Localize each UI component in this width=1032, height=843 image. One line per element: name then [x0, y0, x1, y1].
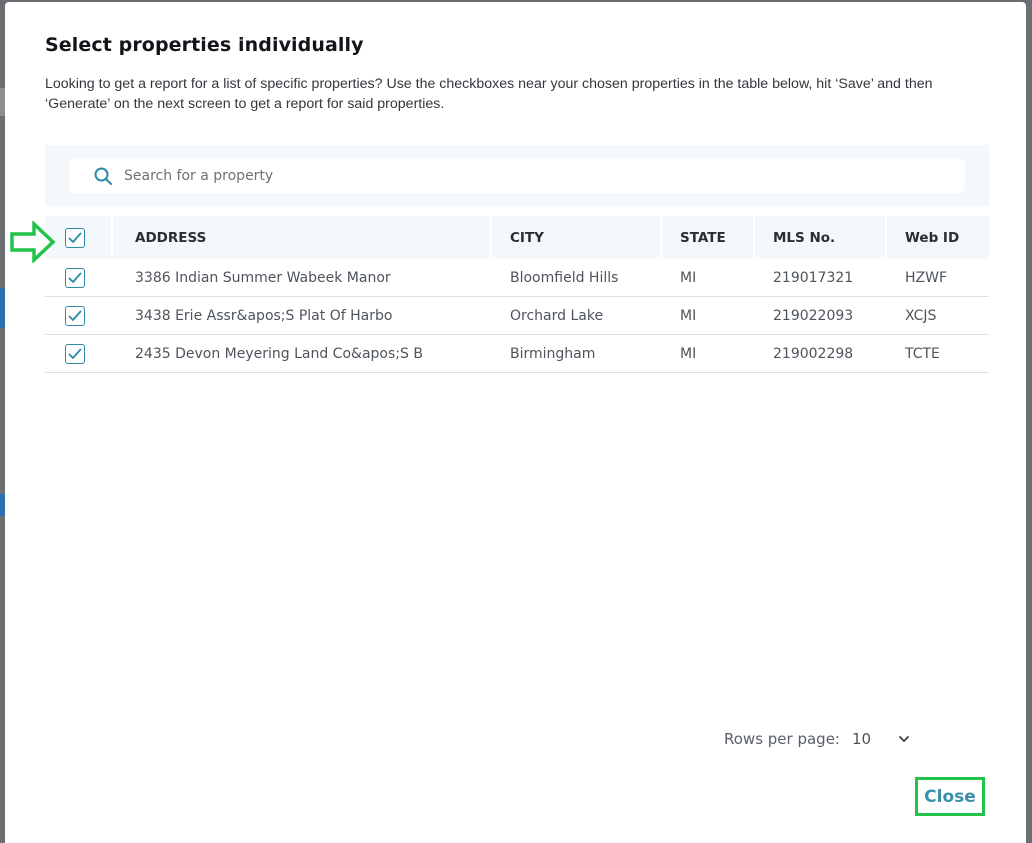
rows-per-page-label: Rows per page:	[724, 730, 840, 748]
search-input[interactable]	[124, 158, 944, 193]
cell-address: 3386 Indian Summer Wabeek Manor	[135, 269, 391, 286]
column-header-address[interactable]: ADDRESS	[135, 216, 206, 259]
column-header-mls[interactable]: MLS No.	[773, 216, 835, 259]
search-box[interactable]	[69, 158, 965, 193]
cell-mls: 219017321	[773, 269, 854, 286]
rows-per-page-control[interactable]: Rows per page: 10	[724, 730, 911, 748]
search-panel	[45, 145, 989, 206]
cell-web-id: HZWF	[905, 269, 948, 286]
cell-web-id: TCTE	[905, 345, 940, 362]
column-header-state[interactable]: STATE	[680, 216, 726, 259]
table-row[interactable]: 3438 Erie Assr&apos;S Plat Of Harbo Orch…	[45, 297, 989, 335]
column-divider	[885, 216, 887, 259]
checkmark-icon	[68, 232, 82, 243]
cell-mls: 219002298	[773, 345, 854, 362]
cell-mls: 219022093	[773, 307, 854, 324]
checkmark-icon	[68, 310, 82, 321]
modal-title: Select properties individually	[45, 34, 364, 56]
cell-city: Birmingham	[510, 345, 596, 362]
select-all-cell	[65, 216, 85, 259]
checkmark-icon	[68, 348, 82, 359]
row-checkbox[interactable]	[65, 343, 85, 364]
cell-state: MI	[680, 307, 697, 324]
cell-city: Orchard Lake	[510, 307, 604, 324]
checkmark-icon	[68, 272, 82, 283]
column-divider	[490, 216, 492, 259]
rows-per-page-value[interactable]: 10	[852, 730, 871, 748]
column-divider	[660, 216, 662, 259]
cell-state: MI	[680, 269, 697, 286]
select-all-checkbox[interactable]	[65, 227, 85, 248]
cell-web-id: XCJS	[905, 307, 937, 324]
row-checkbox[interactable]	[65, 267, 85, 288]
cell-address: 2435 Devon Meyering Land Co&apos;S B	[135, 345, 423, 362]
arrow-right-icon	[10, 221, 56, 263]
row-checkbox-cell	[65, 297, 85, 334]
cell-address: 3438 Erie Assr&apos;S Plat Of Harbo	[135, 307, 393, 324]
cell-city: Bloomfield Hills	[510, 269, 619, 286]
close-button[interactable]: Close	[915, 777, 985, 816]
column-header-web-id[interactable]: Web ID	[905, 216, 959, 259]
row-checkbox[interactable]	[65, 305, 85, 326]
search-icon	[94, 167, 112, 185]
row-checkbox-cell	[65, 259, 85, 296]
chevron-down-icon[interactable]	[897, 732, 911, 746]
select-properties-modal: Select properties individually Looking t…	[5, 2, 1026, 843]
table-header: ADDRESS CITY STATE MLS No. Web ID	[45, 216, 989, 259]
table-row[interactable]: 3386 Indian Summer Wabeek Manor Bloomfie…	[45, 259, 989, 297]
cell-state: MI	[680, 345, 697, 362]
column-divider	[753, 216, 755, 259]
properties-table: ADDRESS CITY STATE MLS No. Web ID 3386 I…	[45, 216, 989, 373]
column-divider	[111, 216, 113, 259]
row-checkbox-cell	[65, 335, 85, 372]
table-row[interactable]: 2435 Devon Meyering Land Co&apos;S B Bir…	[45, 335, 989, 373]
modal-description: Looking to get a report for a list of sp…	[45, 76, 933, 112]
column-header-city[interactable]: CITY	[510, 216, 544, 259]
